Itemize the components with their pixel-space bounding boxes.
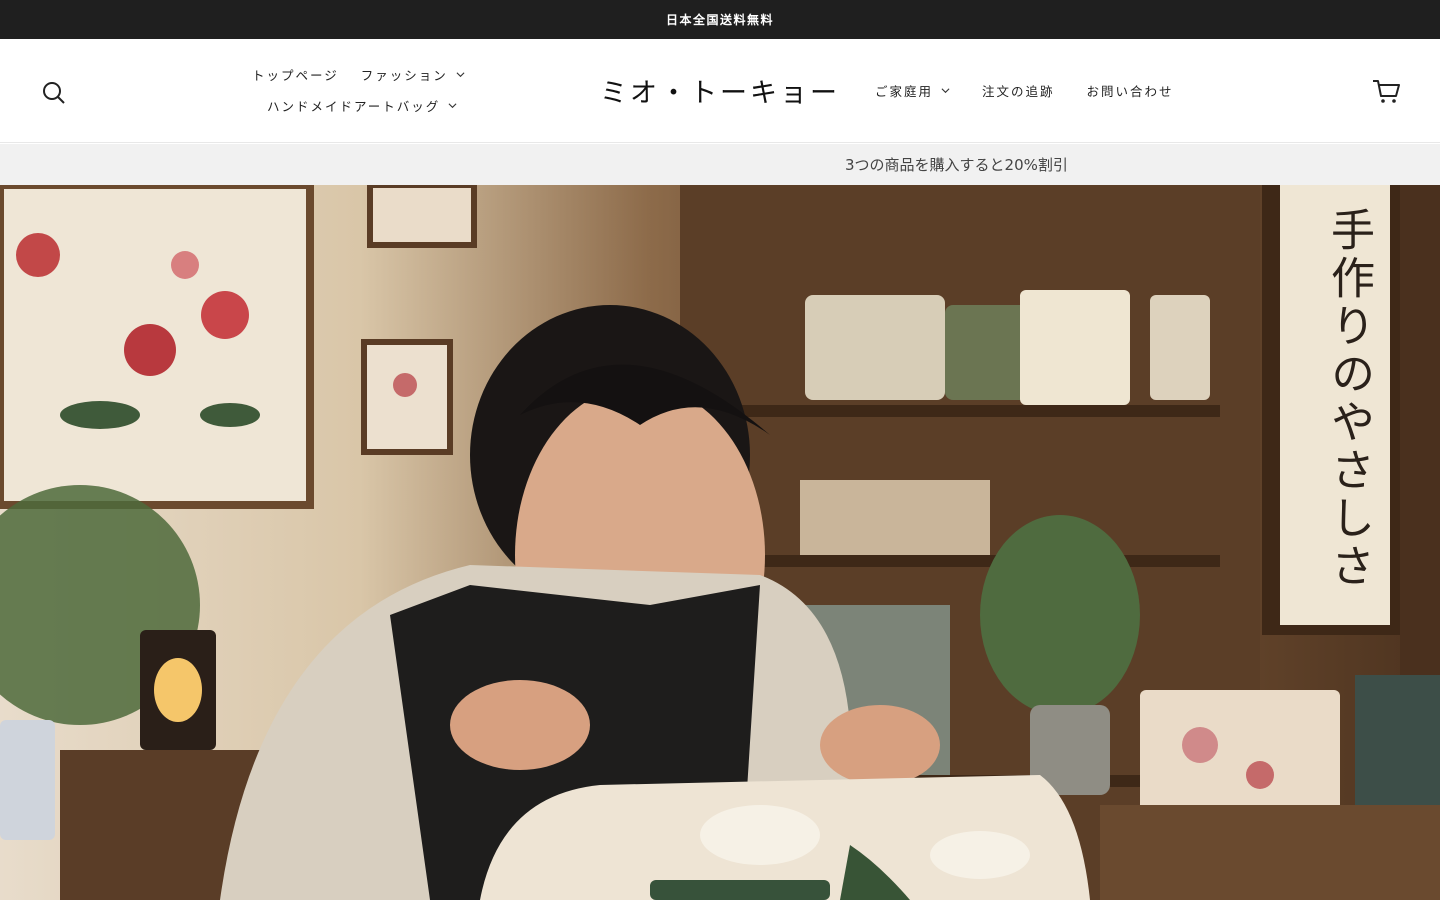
cart-icon [1373,80,1400,103]
promo-text: 3つの商品を購入すると20%割引 [845,156,1068,174]
primary-nav-left: トップページ ファッション ハンドメイドアートバッグ [244,65,494,115]
nav-household[interactable]: ご家庭用 [875,81,950,100]
announcement-text: 日本全国送料無料 [665,13,774,27]
site-logo[interactable]: ミオ・トーキョー [560,71,880,110]
nav-contact-label: お問い合わせ [1086,84,1174,99]
nav-fashion-label: ファッション [360,67,448,83]
nav-contact[interactable]: お問い合わせ [1087,81,1174,100]
chevron-down-icon [448,102,457,108]
site-header: トップページ ファッション ハンドメイドアートバッグ ミオ・トーキョー ご家庭用… [0,39,1440,143]
nav-top-page-label: トップページ [252,67,339,83]
hero-banner-text: 手作りのやさしさ [1323,207,1374,591]
primary-nav-right: ご家庭用 注文の追跡 お問い合わせ [875,81,1174,100]
quilted-bag [480,775,1090,900]
promo-bar: 3つの商品を購入すると20%割引 [0,144,1440,185]
search-button[interactable] [40,79,68,107]
hero-illustration [0,185,1440,900]
nav-fashion[interactable]: ファッション [361,65,465,84]
nav-top-page[interactable]: トップページ [252,65,339,84]
nav-order-tracking[interactable]: 注文の追跡 [982,81,1055,100]
search-icon [43,82,65,104]
hero-image: 手作りのやさしさ [0,185,1440,900]
nav-handmade-art-bags-label: ハンドメイドアートバッグ [267,98,441,114]
cart-button[interactable] [1371,77,1401,105]
chevron-down-icon [941,88,950,94]
chevron-down-icon [456,71,465,77]
nav-order-tracking-label: 注文の追跡 [982,84,1055,99]
announcement-bar: 日本全国送料無料 [0,0,1440,39]
nav-handmade-art-bags[interactable]: ハンドメイドアートバッグ [267,96,457,115]
nav-household-label: ご家庭用 [875,84,934,99]
